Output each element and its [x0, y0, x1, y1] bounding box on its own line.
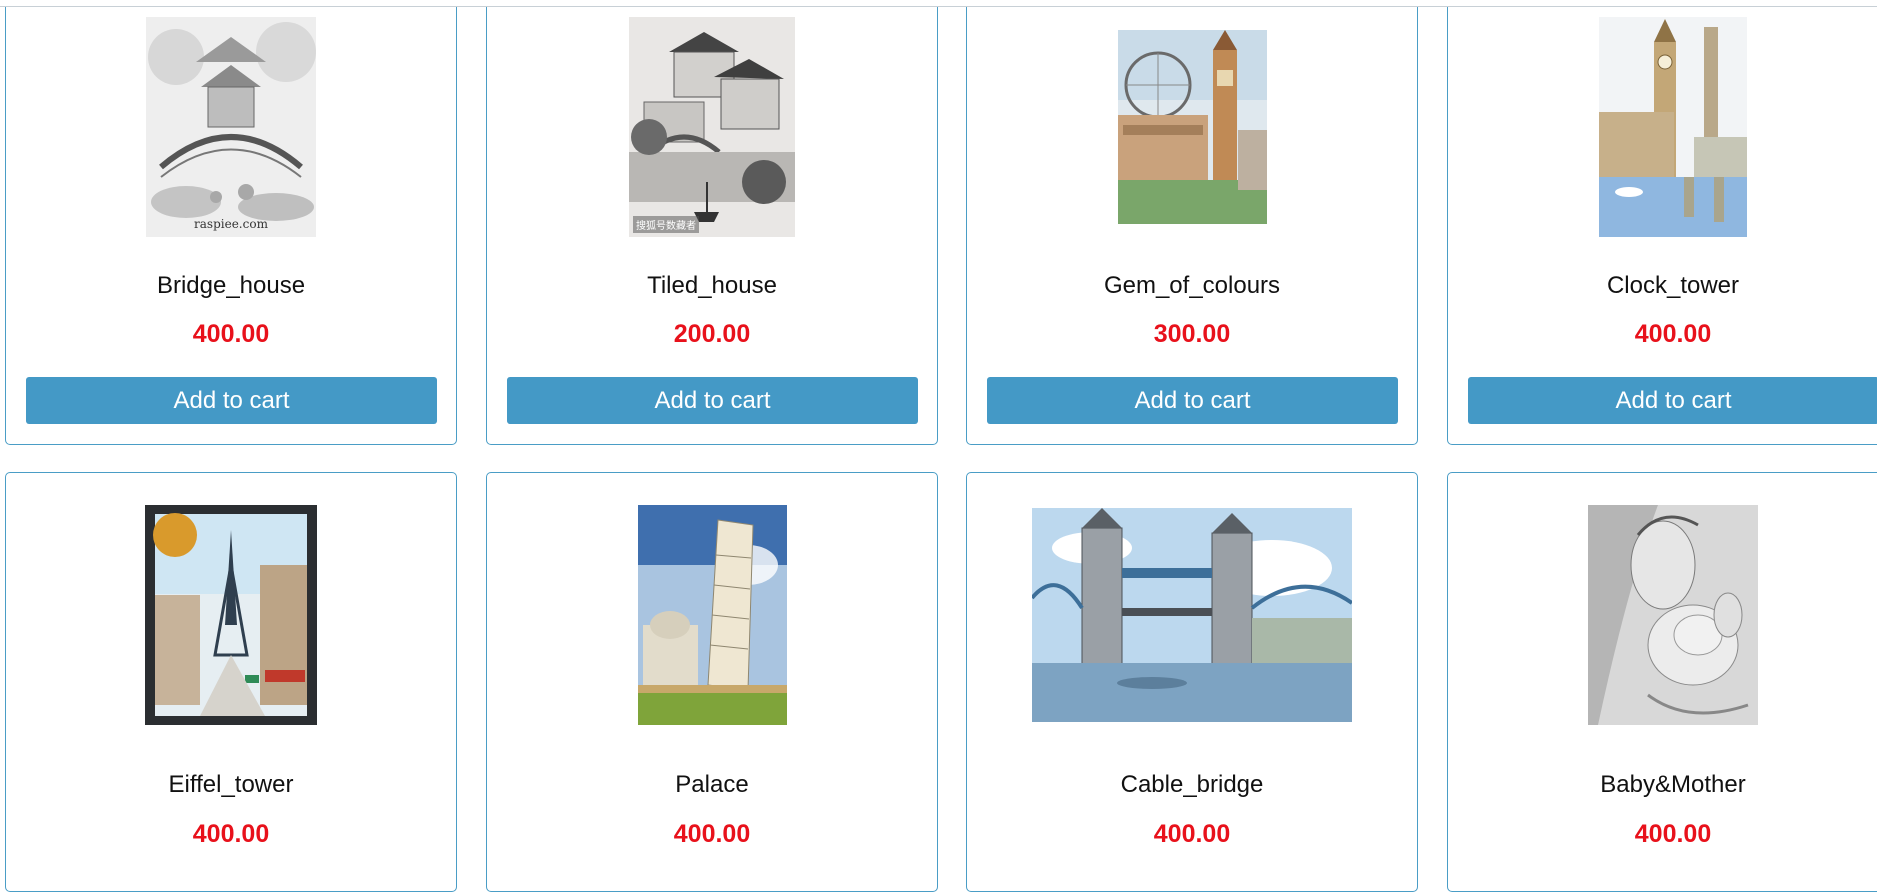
add-to-cart-button[interactable]: Add to cart — [987, 377, 1398, 424]
product-price: 300.00 — [1153, 320, 1231, 348]
eiffel-tower-painting-image[interactable] — [145, 505, 317, 725]
clock-tower-watercolor-image[interactable] — [1599, 17, 1747, 237]
product-name: Bridge_house — [156, 272, 306, 299]
product-card: Eiffel_tower 400.00 — [5, 472, 457, 892]
product-card: Gem_of_colours 300.00 Add to cart — [966, 7, 1418, 445]
product-price: 400.00 — [192, 320, 270, 348]
tower-bridge-watercolor-image[interactable] — [1032, 508, 1352, 722]
add-to-cart-button[interactable]: Add to cart — [507, 377, 918, 424]
add-to-cart-button[interactable]: Add to cart — [1468, 377, 1877, 424]
add-to-cart-button[interactable]: Add to cart — [26, 377, 437, 424]
product-name: Gem_of_colours — [1103, 272, 1281, 299]
product-price: 200.00 — [673, 320, 751, 348]
product-card: 搜狐号数藏者 Tiled_house 200.00 Add to cart — [486, 7, 938, 445]
product-name: Tiled_house — [647, 272, 777, 299]
bridge-house-sketch-image[interactable]: raspiee.com — [146, 17, 316, 237]
product-name: Eiffel_tower — [168, 771, 294, 798]
tiled-house-sketch-image[interactable]: 搜狐号数藏者 — [629, 17, 795, 237]
product-card: Baby&Mother 400.00 — [1447, 472, 1877, 892]
product-card: raspiee.com Bridge_house 400.00 Add to c… — [5, 7, 457, 445]
product-card: Clock_tower 400.00 Add to cart — [1447, 7, 1877, 445]
product-card: Cable_bridge 400.00 — [966, 472, 1418, 892]
product-price: 400.00 — [192, 820, 270, 848]
product-card: Palace 400.00 — [486, 472, 938, 892]
baby-mother-sketch-image[interactable] — [1588, 505, 1758, 725]
product-name: Clock_tower — [1606, 272, 1740, 299]
product-price: 400.00 — [1634, 320, 1712, 348]
product-name: Cable_bridge — [1120, 771, 1264, 798]
image-caption: 搜狐号数藏者 — [633, 216, 699, 233]
product-price: 400.00 — [1153, 820, 1231, 848]
london-watercolor-image[interactable] — [1117, 30, 1267, 224]
leaning-tower-painting-image[interactable] — [637, 505, 787, 725]
product-price: 400.00 — [673, 820, 751, 848]
image-caption: raspiee.com — [194, 217, 268, 231]
product-name: Baby&Mother — [1600, 771, 1746, 798]
product-price: 400.00 — [1634, 820, 1712, 848]
product-name: Palace — [675, 771, 749, 798]
